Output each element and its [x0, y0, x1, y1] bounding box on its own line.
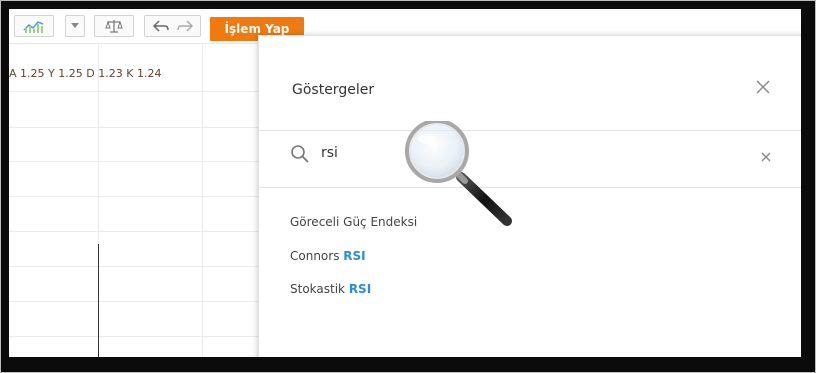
- open-label: A: [9, 67, 17, 80]
- compare-button[interactable]: [94, 15, 134, 37]
- frame-border: [1, 357, 815, 372]
- chart-area: İşlem Yap A 1.25 Y 1.25 D 1.23 K 1.24 Gö…: [9, 9, 809, 359]
- chevron-down-icon: [71, 23, 79, 28]
- area-chart-icon: [23, 21, 44, 33]
- close-label: K: [126, 67, 134, 80]
- result-item[interactable]: Göreceli Güç Endeksi: [290, 215, 417, 229]
- chart-type-button[interactable]: [14, 15, 54, 37]
- panel-title: Göstergeler: [292, 82, 375, 98]
- low-value: 1.23: [98, 67, 123, 80]
- indicators-panel: Göstergeler Göreceli Güç Endeksi Connors…: [258, 35, 804, 359]
- result-highlight: RSI: [343, 249, 366, 263]
- result-item[interactable]: Connors RSI: [290, 249, 366, 263]
- frame-border: [1, 1, 815, 9]
- ohlc-readout: A 1.25 Y 1.25 D 1.23 K 1.24: [9, 67, 161, 80]
- frame-border: [1, 1, 9, 372]
- divider: [259, 130, 804, 131]
- app-window: İşlem Yap A 1.25 Y 1.25 D 1.23 K 1.24 Gö…: [0, 0, 816, 373]
- result-label: Göreceli Güç Endeksi: [290, 215, 418, 229]
- chart-type-dropdown[interactable]: [65, 15, 85, 37]
- low-label: D: [86, 67, 95, 80]
- frame-border: [801, 1, 815, 372]
- candle-wick: [98, 244, 99, 359]
- high-label: Y: [48, 67, 55, 80]
- magnifying-glass-icon: [405, 121, 512, 226]
- undo-arrow-icon[interactable]: [152, 19, 169, 33]
- undo-redo-group: [144, 15, 201, 37]
- search-icon: [291, 145, 309, 163]
- close-icon[interactable]: [754, 78, 772, 96]
- result-label: Stokastik: [290, 282, 349, 296]
- grid-line: [202, 43, 203, 359]
- balance-scale-icon: [105, 20, 123, 33]
- redo-arrow-icon[interactable]: [176, 19, 193, 33]
- result-item[interactable]: Stokastik RSI: [290, 282, 371, 296]
- divider: [259, 187, 804, 188]
- result-highlight: RSI: [348, 282, 372, 296]
- open-value: 1.25: [20, 67, 45, 80]
- result-label: Connors: [290, 249, 344, 263]
- close-value: 1.24: [136, 67, 162, 80]
- clear-icon[interactable]: [761, 152, 771, 162]
- high-value: 1.25: [58, 67, 83, 80]
